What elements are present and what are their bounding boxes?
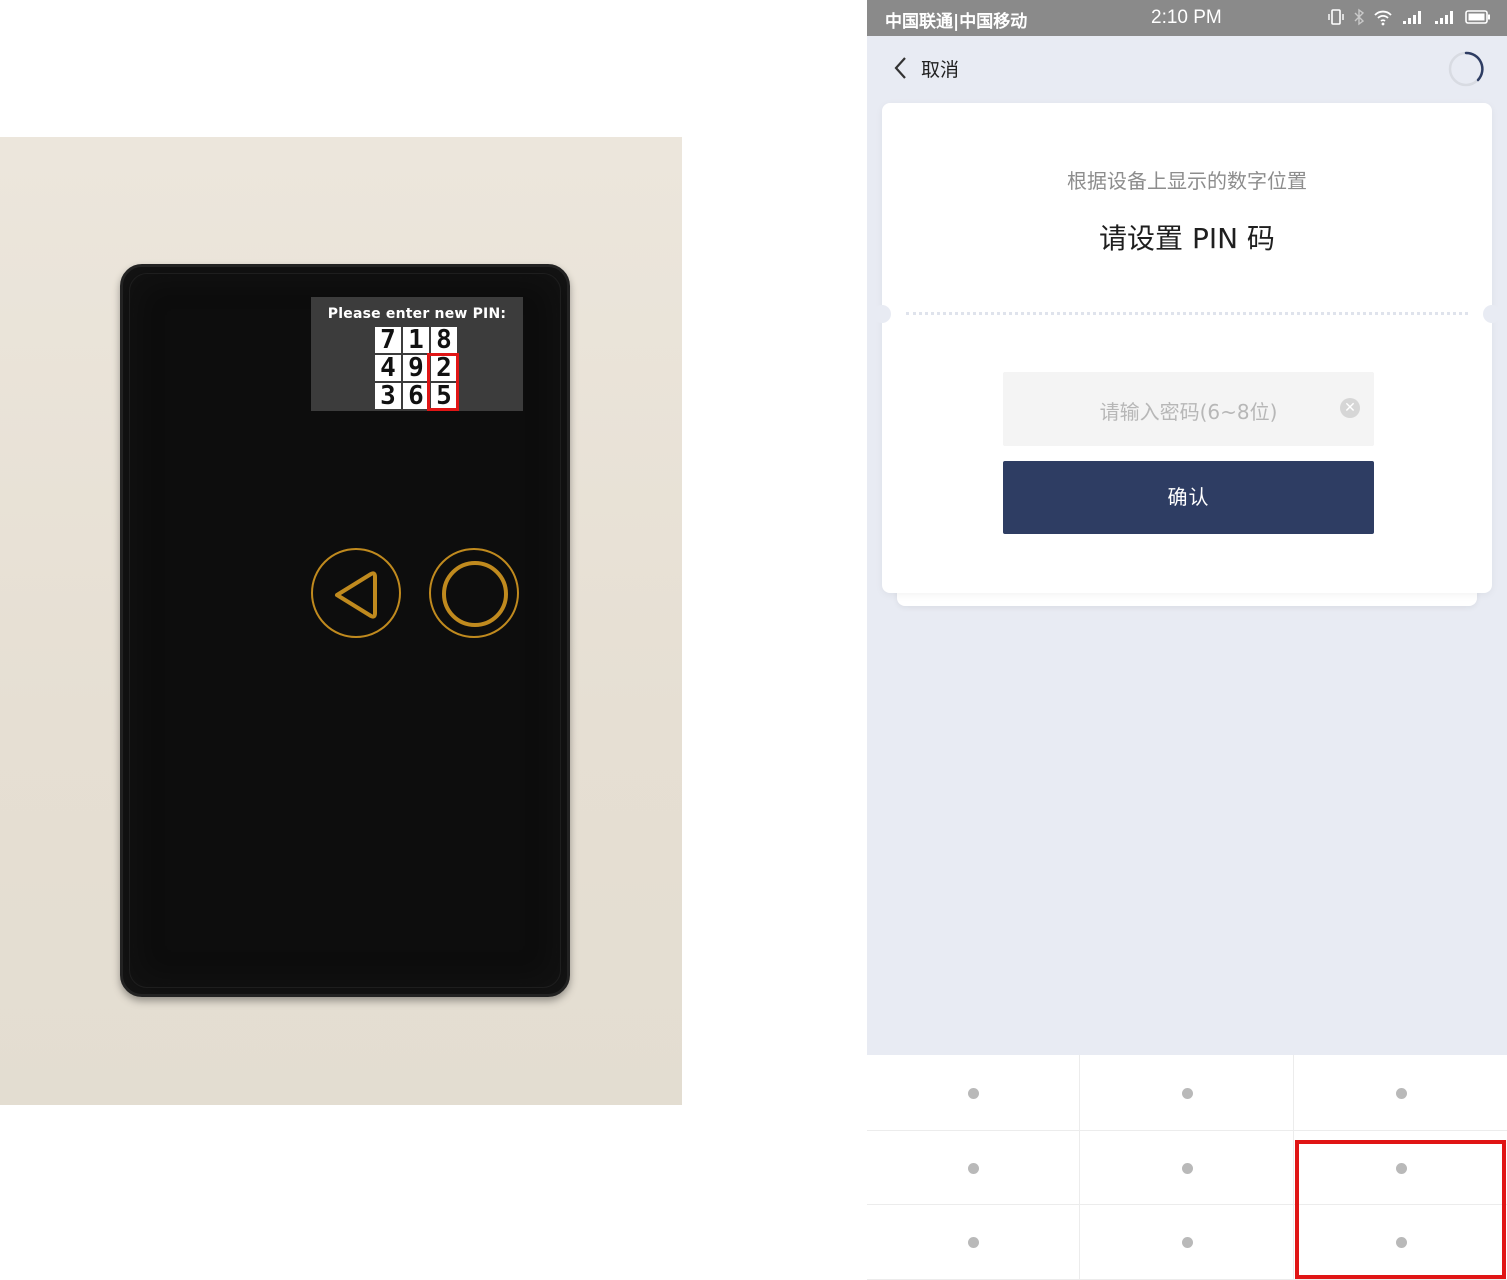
dot-icon	[1181, 1162, 1193, 1174]
battery-icon	[1465, 10, 1490, 24]
keypad-key[interactable]	[1080, 1055, 1294, 1131]
device-highlight-box	[427, 353, 459, 411]
keypad-key[interactable]	[867, 1205, 1080, 1280]
dot-icon	[1181, 1237, 1193, 1248]
pin-setup-card: 根据设备上显示的数字位置 请设置 PIN 码 请输入密码(6~8位) ✕ 确认	[873, 103, 1501, 593]
ticket-notch	[873, 305, 891, 323]
status-time: 2:10 PM	[1151, 7, 1222, 28]
status-icons	[1327, 8, 1491, 26]
status-carrier: 中国联通|中国移动	[885, 12, 1028, 32]
device-pin-digit: 8	[431, 327, 457, 353]
device-ok-button	[429, 548, 519, 638]
signal-icon	[1403, 11, 1421, 24]
device-pin-digit: 6	[403, 383, 429, 409]
instruction-subtitle: 根据设备上显示的数字位置	[1067, 169, 1307, 193]
cancel-back-button[interactable]: 取消	[893, 50, 959, 86]
triangle-left-icon	[335, 571, 377, 619]
phone-screen: 中国联通|中国移动 2:10 PM 取消 根据设备上显示的数字位置 请设置 PI…	[867, 0, 1507, 1280]
dot-icon	[1181, 1087, 1193, 1099]
device-pin-digit: 1	[403, 327, 429, 353]
composite-screenshot: Please enter new PIN: 7 1 8 4 9 2 3 6 5	[0, 0, 1507, 1280]
keypad-key[interactable]	[1080, 1205, 1294, 1280]
device-screen: Please enter new PIN: 7 1 8 4 9 2 3 6 5	[311, 297, 523, 411]
dot-icon	[1395, 1087, 1407, 1099]
wifi-icon	[1374, 10, 1392, 26]
clear-icon[interactable]: ✕	[1340, 398, 1360, 418]
keypad-highlight-box	[1295, 1140, 1506, 1279]
page-title: 请设置 PIN 码	[1099, 222, 1275, 255]
confirm-button[interactable]: 确认	[1003, 461, 1374, 534]
device-screen-prompt: Please enter new PIN:	[327, 306, 507, 322]
bluetooth-icon	[1354, 8, 1365, 26]
chevron-left-icon	[894, 57, 906, 79]
pin-input[interactable]: 请输入密码(6~8位) ✕	[1003, 372, 1374, 446]
device-back-button	[311, 548, 401, 638]
device-pin-digit: 9	[403, 355, 429, 381]
pin-input-placeholder: 请输入密码(6~8位)	[1099, 400, 1278, 424]
keypad-key[interactable]	[1080, 1131, 1294, 1205]
loading-spinner-icon	[1448, 51, 1484, 87]
keypad-key[interactable]	[1294, 1055, 1507, 1131]
ticket-notch	[1483, 305, 1501, 323]
dot-icon	[968, 1237, 979, 1248]
device-pin-digit: 3	[375, 383, 401, 409]
device-photo: Please enter new PIN: 7 1 8 4 9 2 3 6 5	[0, 137, 682, 1105]
hardware-card: Please enter new PIN: 7 1 8 4 9 2 3 6 5	[120, 264, 570, 997]
circle-icon	[442, 561, 508, 627]
status-bar: 中国联通|中国移动 2:10 PM	[867, 0, 1507, 36]
vibrate-icon	[1328, 9, 1344, 25]
device-pin-digit: 4	[375, 355, 401, 381]
signal-icon	[1435, 11, 1453, 24]
nav-bar: 取消	[867, 36, 1507, 100]
device-pin-digit: 7	[375, 327, 401, 353]
cancel-label: 取消	[921, 58, 960, 81]
keypad-key[interactable]	[867, 1055, 1080, 1131]
keypad-key[interactable]	[867, 1131, 1080, 1205]
dot-icon	[968, 1162, 979, 1174]
dot-icon	[968, 1087, 979, 1099]
dotted-divider	[906, 312, 1468, 315]
